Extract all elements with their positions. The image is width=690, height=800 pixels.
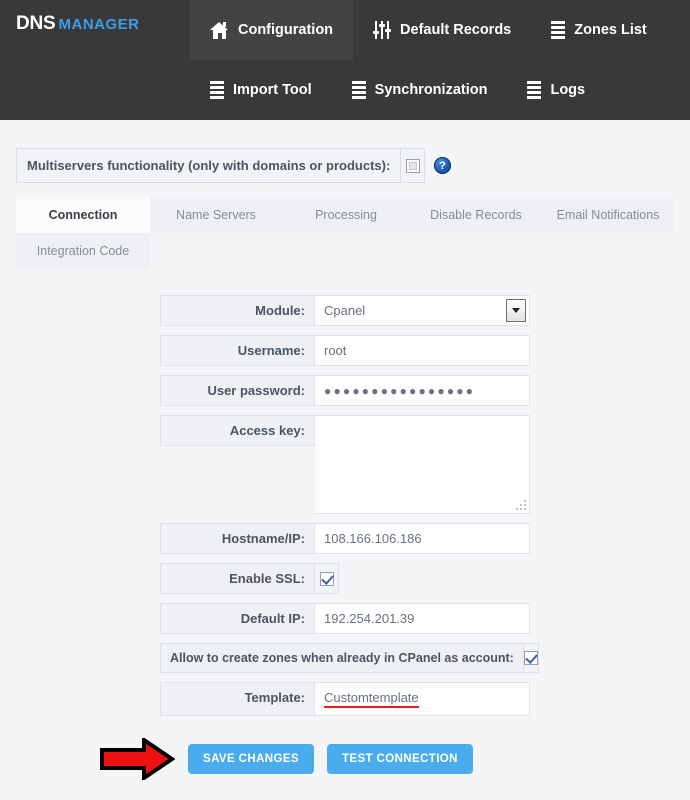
help-icon[interactable]: ? bbox=[434, 157, 451, 174]
template-input[interactable]: Customtemplate bbox=[315, 682, 530, 716]
allow-zones-label: Allow to create zones when already in CP… bbox=[160, 643, 524, 673]
module-label: Module: bbox=[160, 295, 315, 326]
tab-name-servers[interactable]: Name Servers bbox=[150, 197, 282, 233]
chevron-down-icon[interactable] bbox=[506, 299, 526, 322]
tab-disable-records[interactable]: Disable Records bbox=[410, 197, 542, 233]
nav-item-zones-list[interactable]: Zones List bbox=[531, 0, 667, 60]
default-ip-label: Default IP: bbox=[160, 603, 315, 634]
multiservers-checkbox[interactable] bbox=[405, 158, 420, 173]
page-content: Multiservers functionality (only with do… bbox=[0, 148, 690, 782]
access-key-textarea[interactable] bbox=[315, 415, 530, 514]
main-nav-row-1: Configuration Default Records Zones List bbox=[0, 0, 690, 60]
default-ip-input[interactable]: 192.254.201.39 bbox=[315, 603, 530, 634]
tab-processing[interactable]: Processing bbox=[282, 197, 410, 233]
save-changes-button[interactable]: SAVE CHANGES bbox=[188, 744, 314, 774]
form-row-username: Username: root bbox=[16, 335, 674, 366]
nav-label-synchronization: Synchronization bbox=[374, 82, 488, 98]
template-label: Template: bbox=[160, 682, 315, 716]
hostname-label: Hostname/IP: bbox=[160, 523, 315, 554]
allow-zones-cell bbox=[523, 643, 539, 673]
module-select[interactable]: Cpanel bbox=[315, 295, 530, 326]
form-row-enable-ssl: Enable SSL: bbox=[16, 563, 674, 594]
tab-email-notifications[interactable]: Email Notifications bbox=[542, 197, 674, 233]
nav-label-default-records: Default Records bbox=[400, 22, 512, 38]
form-row-hostname: Hostname/IP: 108.166.106.186 bbox=[16, 523, 674, 554]
test-connection-button[interactable]: TEST CONNECTION bbox=[326, 744, 473, 774]
password-label: User password: bbox=[160, 375, 315, 406]
nav-item-synchronization[interactable]: Synchronization bbox=[332, 60, 508, 120]
nav-item-import-tool[interactable]: Import Tool bbox=[190, 60, 332, 120]
nav-item-default-records[interactable]: Default Records bbox=[353, 0, 531, 60]
form-row-template: Template: Customtemplate bbox=[16, 682, 674, 716]
password-input[interactable]: ●●●●●●●●●●●●●●●● bbox=[315, 375, 530, 406]
module-value: Cpanel bbox=[324, 303, 366, 318]
multiservers-label: Multiservers functionality (only with do… bbox=[16, 148, 401, 183]
app-header: DNS MANAGER Configuration Default Records… bbox=[0, 0, 690, 120]
form-row-module: Module: Cpanel bbox=[16, 295, 674, 326]
nav-label-zones-list: Zones List bbox=[574, 22, 647, 38]
resize-handle-icon[interactable] bbox=[516, 500, 526, 510]
sliders-icon bbox=[373, 21, 392, 39]
connection-form: Module: Cpanel Username: root User passw… bbox=[16, 295, 674, 716]
form-row-access-key: Access key: bbox=[16, 415, 674, 514]
settings-tabs: Connection Name Servers Processing Disab… bbox=[16, 197, 674, 269]
multiservers-row: Multiservers functionality (only with do… bbox=[16, 148, 451, 183]
username-label: Username: bbox=[160, 335, 315, 366]
server-icon bbox=[351, 81, 366, 99]
server-icon bbox=[527, 81, 542, 99]
template-value: Customtemplate bbox=[324, 690, 419, 708]
form-actions: SAVE CHANGES TEST CONNECTION bbox=[16, 736, 674, 782]
tab-connection[interactable]: Connection bbox=[16, 197, 150, 233]
form-row-allow-zones: Allow to create zones when already in CP… bbox=[16, 643, 674, 673]
allow-zones-checkbox[interactable] bbox=[523, 651, 538, 665]
form-row-password: User password: ●●●●●●●●●●●●●●●● bbox=[16, 375, 674, 406]
nav-item-logs[interactable]: Logs bbox=[507, 60, 605, 120]
access-key-label: Access key: bbox=[160, 415, 315, 446]
nav-label-configuration: Configuration bbox=[238, 22, 334, 38]
form-row-default-ip: Default IP: 192.254.201.39 bbox=[16, 603, 674, 634]
main-nav-row-2: Import Tool Synchronization Logs bbox=[0, 60, 690, 120]
nav-label-import-tool: Import Tool bbox=[233, 82, 312, 98]
username-input[interactable]: root bbox=[315, 335, 530, 366]
enable-ssl-label: Enable SSL: bbox=[160, 563, 315, 594]
nav-item-configuration[interactable]: Configuration bbox=[190, 0, 354, 60]
server-icon bbox=[210, 81, 224, 99]
multiservers-checkbox-cell bbox=[400, 148, 425, 183]
multiservers-help-cell: ? bbox=[425, 148, 451, 183]
enable-ssl-cell bbox=[315, 563, 339, 594]
red-arrow-annotation bbox=[100, 736, 176, 782]
home-icon bbox=[210, 21, 229, 39]
server-icon bbox=[551, 21, 566, 39]
hostname-input[interactable]: 108.166.106.186 bbox=[315, 523, 530, 554]
nav-label-logs: Logs bbox=[550, 82, 586, 98]
enable-ssl-checkbox[interactable] bbox=[319, 571, 334, 586]
tab-integration-code[interactable]: Integration Code bbox=[16, 233, 150, 269]
